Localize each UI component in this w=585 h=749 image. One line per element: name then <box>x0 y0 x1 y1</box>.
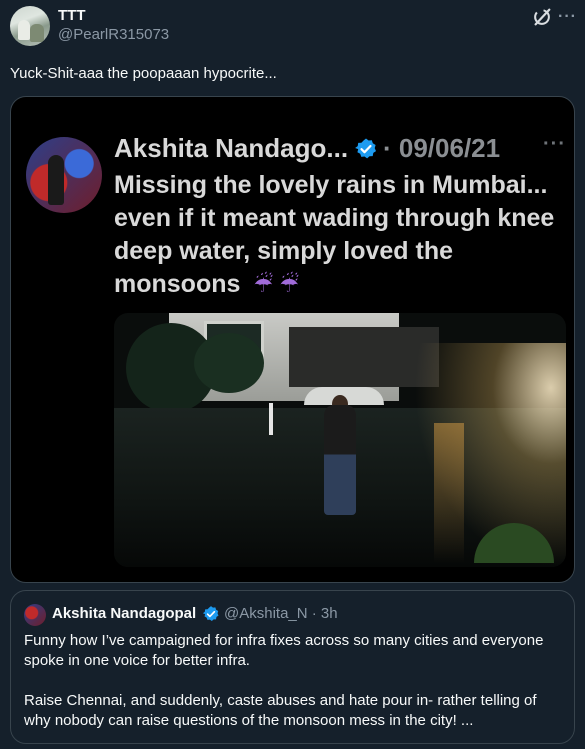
quoted-author-name: Akshita Nandagopal <box>52 605 197 622</box>
post-text: Yuck-Shit-aaa the poopaaan hypocrite... <box>10 65 277 82</box>
umbrella-rain-icon: ☔ ☔ <box>253 272 299 297</box>
quoted-handle-time: @Akshita_N · 3h <box>224 605 338 622</box>
flooded-street-photo <box>114 313 566 567</box>
more-horizontal-icon[interactable]: ··· <box>558 7 576 27</box>
author-display-name[interactable]: TTT <box>58 7 86 24</box>
quoted-post[interactable]: Akshita Nandagopal @Akshita_N · 3h Funny… <box>10 590 575 744</box>
quoted-paragraph: Funny how I’ve campaigned for infra fixe… <box>24 632 544 669</box>
inner-author-name: Akshita Nandago... <box>114 133 349 163</box>
quoted-author-avatar <box>24 604 46 626</box>
author-handle[interactable]: @PearlR315073 <box>58 26 169 43</box>
quoted-post-text: Funny how I’ve campaigned for infra fixe… <box>24 631 564 731</box>
inner-author-avatar <box>26 137 102 213</box>
post-header: TTT @PearlR315073 ··· <box>0 0 585 56</box>
inner-post-body: Missing the lovely rains in Mumbai... ev… <box>114 171 555 298</box>
inner-post-text: Missing the lovely rains in Mumbai... ev… <box>114 169 564 301</box>
post-media-screenshot[interactable]: Akshita Nandago... · 09/06/21 ··· Missin… <box>10 96 575 583</box>
grok-icon[interactable] <box>531 6 553 28</box>
author-avatar[interactable] <box>10 6 50 46</box>
inner-more-icon: ··· <box>543 133 566 155</box>
quoted-paragraph: Raise Chennai, and suddenly, caste abuse… <box>24 692 537 729</box>
verified-badge-icon <box>355 138 376 159</box>
inner-post-date: · 09/06/21 <box>383 133 501 163</box>
verified-badge-icon <box>202 606 219 622</box>
